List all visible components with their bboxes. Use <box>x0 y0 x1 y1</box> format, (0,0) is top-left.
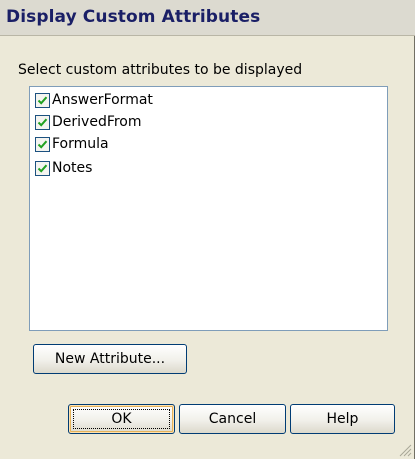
attribute-label: AnswerFormat <box>52 92 153 108</box>
ok-button[interactable]: OK <box>68 404 175 434</box>
help-button[interactable]: Help <box>290 404 395 434</box>
derivedfrom-checkbox[interactable] <box>35 114 50 130</box>
list-item-derivedfrom[interactable]: DerivedFrom <box>35 112 142 132</box>
list-item-formula[interactable]: Formula <box>35 134 109 154</box>
attribute-label: DerivedFrom <box>52 114 142 130</box>
dialog-title: Display Custom Attributes <box>6 7 261 27</box>
notes-checkbox[interactable] <box>35 160 50 176</box>
display-custom-attributes-dialog: Display Custom Attributes Select custom … <box>0 0 415 459</box>
checkmark-icon <box>37 96 48 105</box>
list-item-answerformat[interactable]: AnswerFormat <box>35 90 153 110</box>
checkmark-icon <box>37 140 48 149</box>
formula-checkbox[interactable] <box>35 136 50 152</box>
attribute-label: Formula <box>52 136 109 152</box>
attributes-listbox[interactable]: AnswerFormat DerivedFrom Formula Notes <box>29 86 388 331</box>
instruction-label: Select custom attributes to be displayed <box>18 62 303 78</box>
dialog-titlebar[interactable]: Display Custom Attributes <box>0 0 415 36</box>
new-attribute-button[interactable]: New Attribute... <box>33 344 187 374</box>
attribute-label: Notes <box>52 160 93 176</box>
ok-button-label: OK <box>111 411 132 427</box>
resize-grip-icon[interactable] <box>398 443 412 457</box>
list-item-notes[interactable]: Notes <box>35 158 92 178</box>
checkmark-icon <box>37 118 48 127</box>
cancel-button[interactable]: Cancel <box>179 404 286 434</box>
answerformat-checkbox[interactable] <box>35 92 50 108</box>
checkmark-icon <box>37 164 48 173</box>
